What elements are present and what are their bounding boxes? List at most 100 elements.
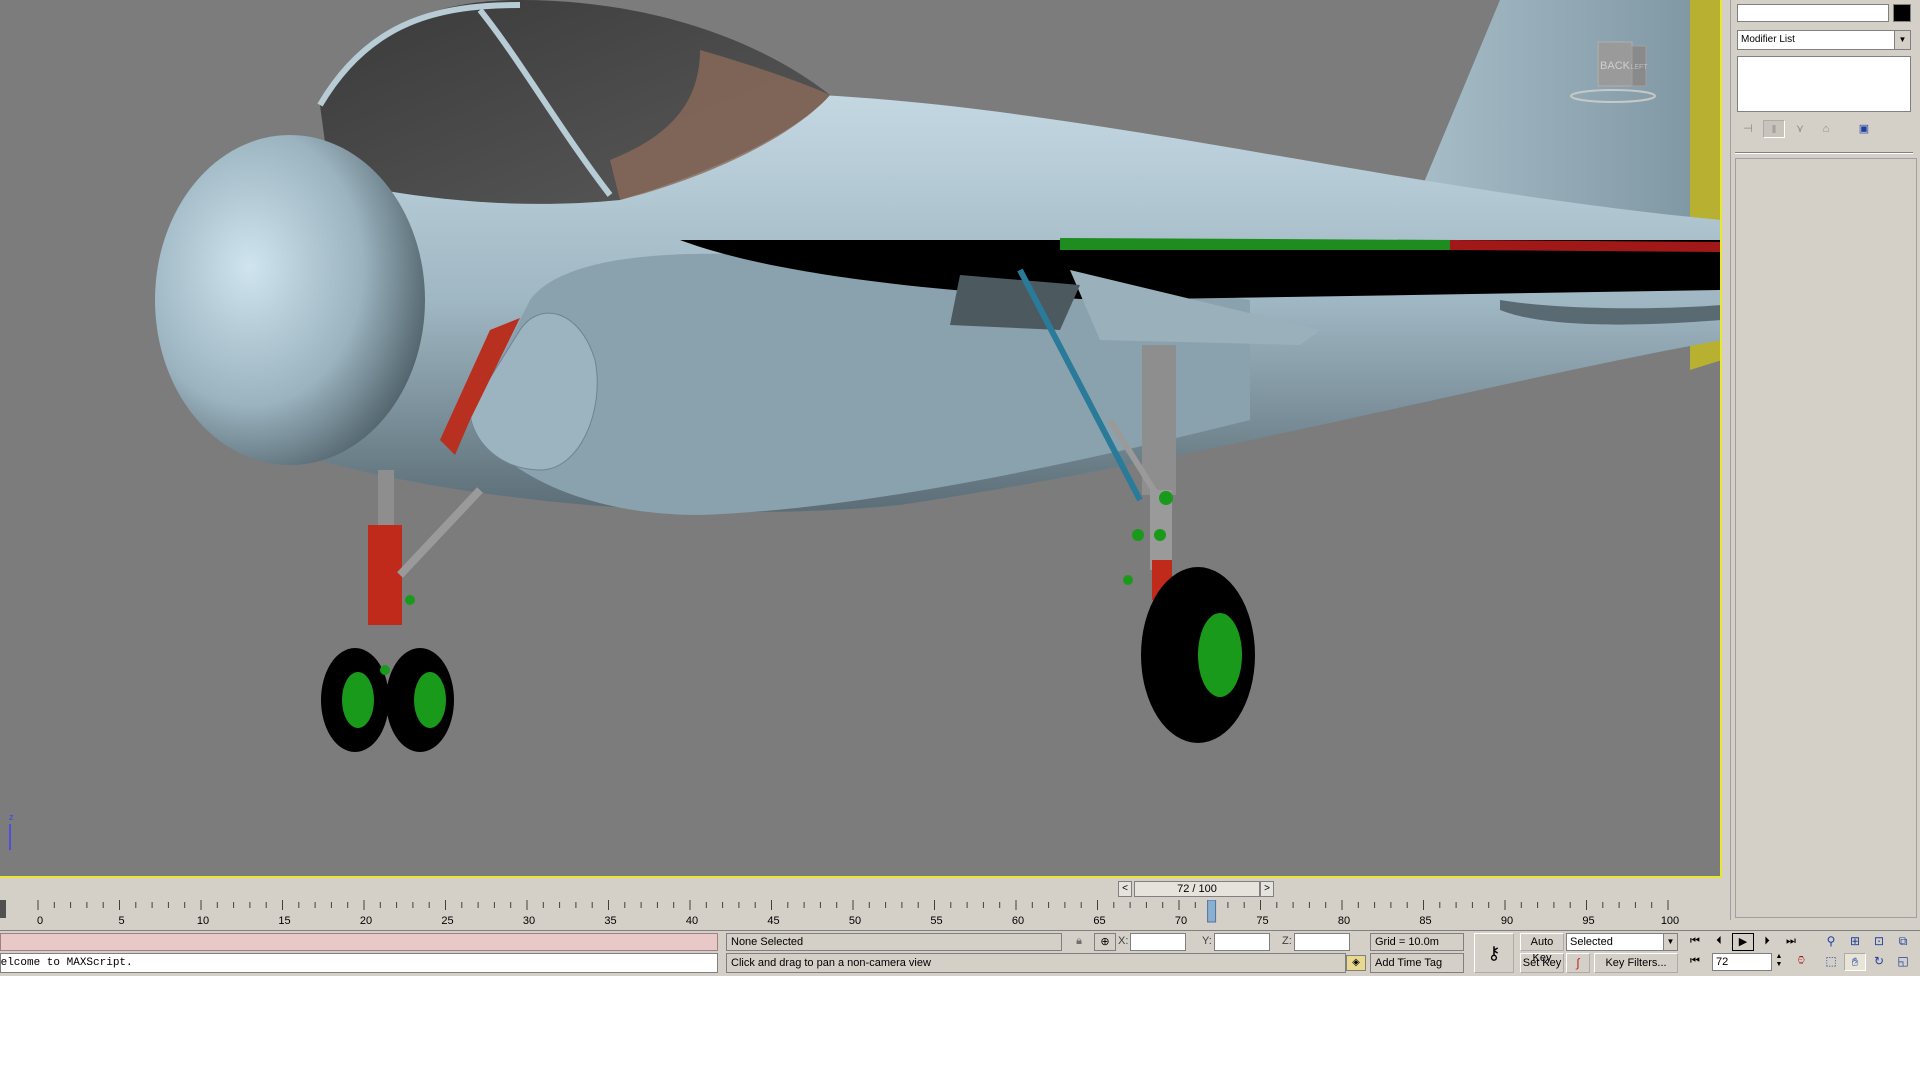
time-configuration-icon[interactable]: ⌚︎	[1790, 953, 1812, 971]
trackbar-menu-icon[interactable]	[0, 900, 6, 918]
trackbar-tick-label: 0	[37, 915, 43, 927]
play-icon[interactable]: ▶	[1732, 933, 1754, 951]
trackbar-tick-label: 95	[1582, 915, 1594, 927]
next-frame-icon[interactable]: ⏵	[1756, 933, 1778, 951]
key-mode-select[interactable]: Selected ▼	[1566, 933, 1678, 951]
key-filters-button[interactable]: Key Filters...	[1594, 953, 1678, 973]
main-hub	[1198, 613, 1242, 697]
stripe-green	[1060, 238, 1460, 250]
command-panel: Modifier List ▼ ⊣ ‖ ⋎ ⌂ ▣	[1730, 0, 1920, 920]
current-frame-field[interactable]: 72	[1712, 953, 1772, 971]
zoom-all-icon[interactable]: ⊞	[1844, 933, 1866, 951]
stack-toolbar: ⊣ ‖ ⋎ ⌂ ▣	[1737, 120, 1911, 138]
z-label: Z:	[1282, 935, 1292, 947]
time-slider-prev-button[interactable]: <	[1118, 881, 1132, 897]
maxscript-listener-input[interactable]	[0, 933, 718, 951]
go-to-end-icon[interactable]: ⏭	[1780, 933, 1802, 951]
svg-text:z: z	[9, 812, 14, 822]
trackbar-tick-label: 30	[523, 915, 535, 927]
object-color-swatch[interactable]	[1893, 4, 1911, 22]
trackbar-tick-label: 60	[1012, 915, 1024, 927]
time-tag-icon[interactable]: ◈	[1346, 955, 1366, 971]
y-label: Y:	[1202, 935, 1212, 947]
time-slider-next-button[interactable]: >	[1260, 881, 1274, 897]
nose-cone	[155, 135, 425, 465]
trackbar[interactable]: 0 5 10 15 20 25 30 35 40 45 50 55 60 65 70 75 80 85 90 95 10…	[0, 900, 1730, 930]
panel-divider	[1735, 152, 1913, 154]
z-coordinate-field[interactable]	[1294, 933, 1350, 951]
y-coordinate-field[interactable]	[1214, 933, 1270, 951]
selection-status: None Selected	[726, 933, 1062, 951]
status-bar: Welcome to MAXScript. None Selected 🔒︎ ⊕…	[0, 930, 1920, 976]
zoom-region-icon[interactable]: ⬚	[1820, 953, 1842, 971]
nose-hub-right	[414, 672, 446, 728]
set-key-button[interactable]: Set Key	[1520, 953, 1564, 973]
trackbar-tick-label: 90	[1501, 915, 1513, 927]
trackbar-tick-label: 40	[686, 915, 698, 927]
absolute-mode-icon[interactable]: ⊕	[1094, 933, 1116, 951]
viewcube-face-back[interactable]: BACK	[1600, 60, 1631, 72]
time-slider[interactable]: < 72 / 100 >	[0, 880, 1730, 898]
key-mode-value: Selected	[1570, 936, 1613, 948]
trackbar-tick-label: 10	[197, 915, 209, 927]
trackbar-tick-label: 15	[278, 915, 290, 927]
x-label: X:	[1118, 935, 1129, 947]
trackbar-tick-label: 50	[849, 915, 861, 927]
object-name-field[interactable]	[1737, 4, 1889, 22]
lock-selection-icon[interactable]: 🔒︎	[1068, 933, 1090, 951]
modifier-list-label: Modifier List	[1741, 34, 1795, 45]
zoom-extents-icon[interactable]: ⊡	[1868, 933, 1890, 951]
trackbar-tick-label: 80	[1338, 915, 1350, 927]
prompt-line: Click and drag to pan a non-camera view	[726, 953, 1346, 973]
current-frame-marker[interactable]	[1207, 900, 1217, 923]
viewcube[interactable]: BACK LEFT	[1568, 38, 1658, 108]
grid-readout: Grid = 10.0m	[1370, 933, 1464, 951]
x-coordinate-field[interactable]	[1130, 933, 1186, 951]
trackbar-tick-label: 20	[360, 915, 372, 927]
viewcube-face-left[interactable]: LEFT	[1630, 64, 1648, 71]
modifier-list-dropdown[interactable]: Modifier List ▼	[1737, 30, 1911, 50]
maximize-toggle-icon[interactable]: ◱	[1892, 953, 1914, 971]
trackbar-tick-label: 45	[767, 915, 779, 927]
parameters-rollout-area[interactable]	[1735, 158, 1917, 918]
trackbar-tick-label: 65	[1093, 915, 1105, 927]
pan-icon[interactable]: ✋︎	[1844, 953, 1866, 971]
go-to-start-icon[interactable]: ⏮	[1684, 933, 1706, 951]
chevron-down-icon[interactable]: ▼	[1663, 934, 1677, 950]
nose-hub-left	[342, 672, 374, 728]
chevron-down-icon[interactable]: ▼	[1894, 31, 1910, 49]
pin-stack-icon[interactable]: ⊣	[1737, 120, 1759, 138]
maxscript-listener-output[interactable]: Welcome to MAXScript.	[0, 953, 718, 973]
trackbar-tick-label: 70	[1175, 915, 1187, 927]
zoom-icon[interactable]: ⚲	[1820, 933, 1842, 951]
trackbar-tick-label: 100	[1661, 915, 1679, 927]
main-gear-strut	[1142, 345, 1176, 495]
remove-modifier-icon[interactable]: ⌂	[1815, 120, 1837, 138]
set-key-icon[interactable]: ⚷	[1474, 933, 1514, 973]
key-mode-toggle-icon[interactable]: ⏮	[1684, 953, 1706, 971]
add-time-tag-button[interactable]: Add Time Tag	[1370, 953, 1464, 973]
modifier-stack[interactable]	[1737, 56, 1911, 112]
nose-gear-brace	[397, 487, 483, 578]
orbit-icon[interactable]: ↻	[1868, 953, 1890, 971]
trackbar-tick-label: 55	[930, 915, 942, 927]
curve-editor-icon[interactable]: ∫	[1566, 953, 1590, 973]
show-end-result-icon[interactable]: ‖	[1763, 120, 1785, 138]
zoom-extents-all-icon[interactable]: ⧉	[1892, 933, 1914, 951]
max-application: BACK LEFT z Modifier List ▼ ⊣ ‖ ⋎ ⌂ ▣ < …	[0, 0, 1920, 976]
trackbar-tick-label: 75	[1256, 915, 1268, 927]
aircraft-model-render	[155, 0, 1720, 752]
make-unique-icon[interactable]: ⋎	[1789, 120, 1811, 138]
trackbar-tick-label: 25	[441, 915, 453, 927]
trackbar-tick-label: 35	[604, 915, 616, 927]
previous-frame-icon[interactable]: ⏴	[1708, 933, 1730, 951]
perspective-viewport[interactable]: BACK LEFT z	[0, 0, 1722, 878]
auto-key-button[interactable]: Auto Key	[1520, 933, 1564, 964]
time-slider-thumb[interactable]: 72 / 100	[1134, 881, 1260, 897]
stripe-red	[1450, 240, 1720, 252]
trackbar-tick-label: 5	[118, 915, 124, 927]
axis-tripod-icon: z	[4, 812, 24, 852]
nose-gear-oleo	[368, 525, 402, 625]
configure-modifier-sets-icon[interactable]: ▣	[1853, 120, 1875, 138]
frame-spinner[interactable]: ▲ ▼	[1774, 953, 1784, 971]
